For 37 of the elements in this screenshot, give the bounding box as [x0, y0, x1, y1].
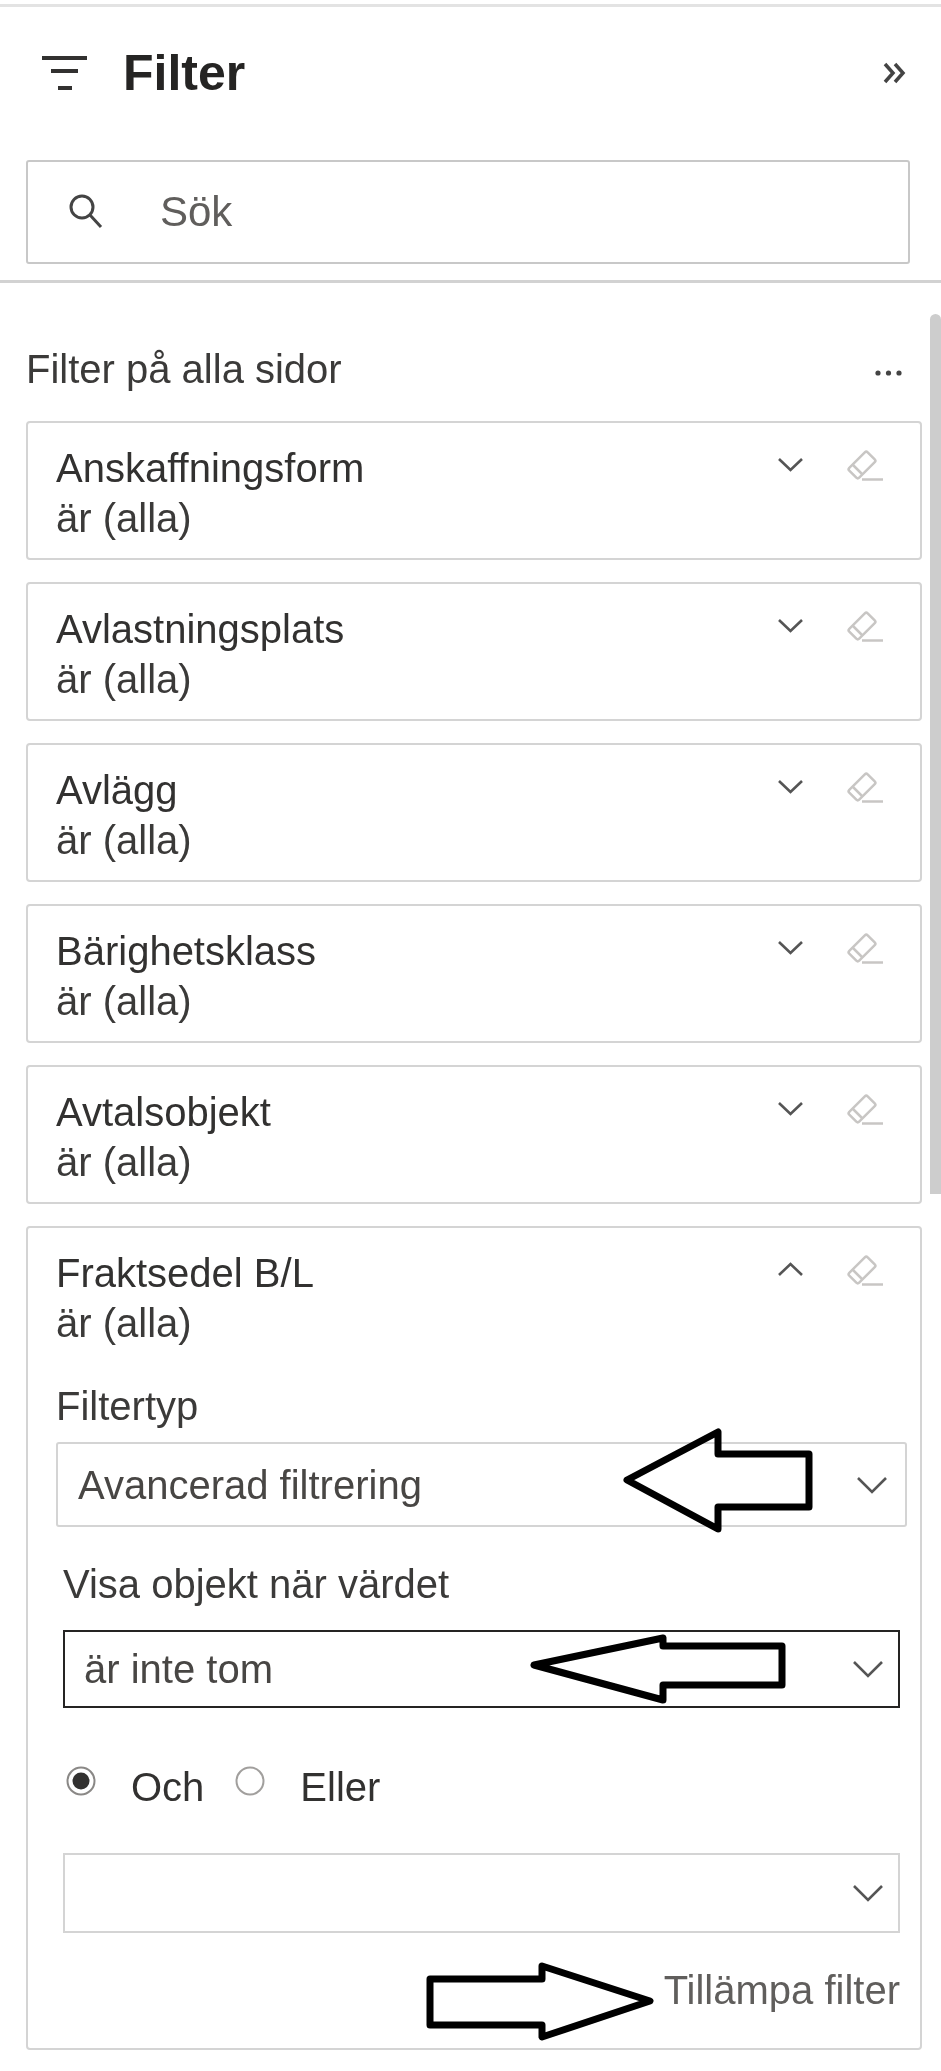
filter-summary: är (alla)	[56, 656, 192, 703]
filter-summary: är (alla)	[56, 1139, 192, 1186]
radio-button[interactable]	[235, 1766, 266, 1796]
chevron-down-icon[interactable]	[777, 779, 804, 794]
more-icon[interactable]	[875, 370, 902, 376]
chevron-down-icon	[852, 1884, 884, 1902]
filter-summary: är (alla)	[56, 978, 192, 1025]
field-label: Filtertyp	[56, 1383, 199, 1430]
double-chevron-icon[interactable]	[882, 61, 907, 85]
filter-name: Anskaffningsform	[56, 445, 365, 492]
pane-title: Filter	[123, 49, 246, 97]
condition-dropdown[interactable]: är inte tom	[63, 1630, 900, 1708]
filter-name: Fraktsedel B/L	[56, 1250, 314, 1297]
chevron-down-icon[interactable]	[777, 457, 804, 472]
chevron-down-icon[interactable]	[777, 940, 804, 955]
section-title: Filter på alla sidor	[26, 346, 342, 393]
option-label[interactable]: Och	[131, 1762, 205, 1812]
chevron-up-icon[interactable]	[777, 1262, 804, 1277]
filter-summary: är (alla)	[56, 495, 192, 542]
filter-name: Bärighetsklass	[56, 928, 317, 975]
filter-name: Avlägg	[56, 767, 178, 814]
filter-name: Avtalsobjekt	[56, 1089, 271, 1136]
chevron-down-icon[interactable]	[777, 618, 804, 633]
chevron-down-icon[interactable]	[777, 1101, 804, 1116]
option-label[interactable]: Eller	[300, 1762, 381, 1812]
apply-filter-button[interactable]: Tillämpa filter	[663, 1965, 900, 2015]
chevron-down-icon	[856, 1475, 888, 1494]
filter-summary: är (alla)	[56, 817, 192, 864]
field-label: Visa objekt när värdet	[63, 1561, 450, 1608]
chevron-down-icon	[852, 1660, 884, 1678]
search-field[interactable]: Sök	[26, 160, 910, 264]
filter-summary: är (alla)	[56, 1300, 192, 1347]
scrollbar-thumb[interactable]	[930, 314, 941, 1194]
filter-name: Avlastningsplats	[56, 606, 345, 653]
filter-type-dropdown[interactable]: Avancerad filtrering	[56, 1442, 907, 1527]
radio-button[interactable]	[66, 1766, 96, 1796]
filter-icon	[42, 55, 87, 91]
